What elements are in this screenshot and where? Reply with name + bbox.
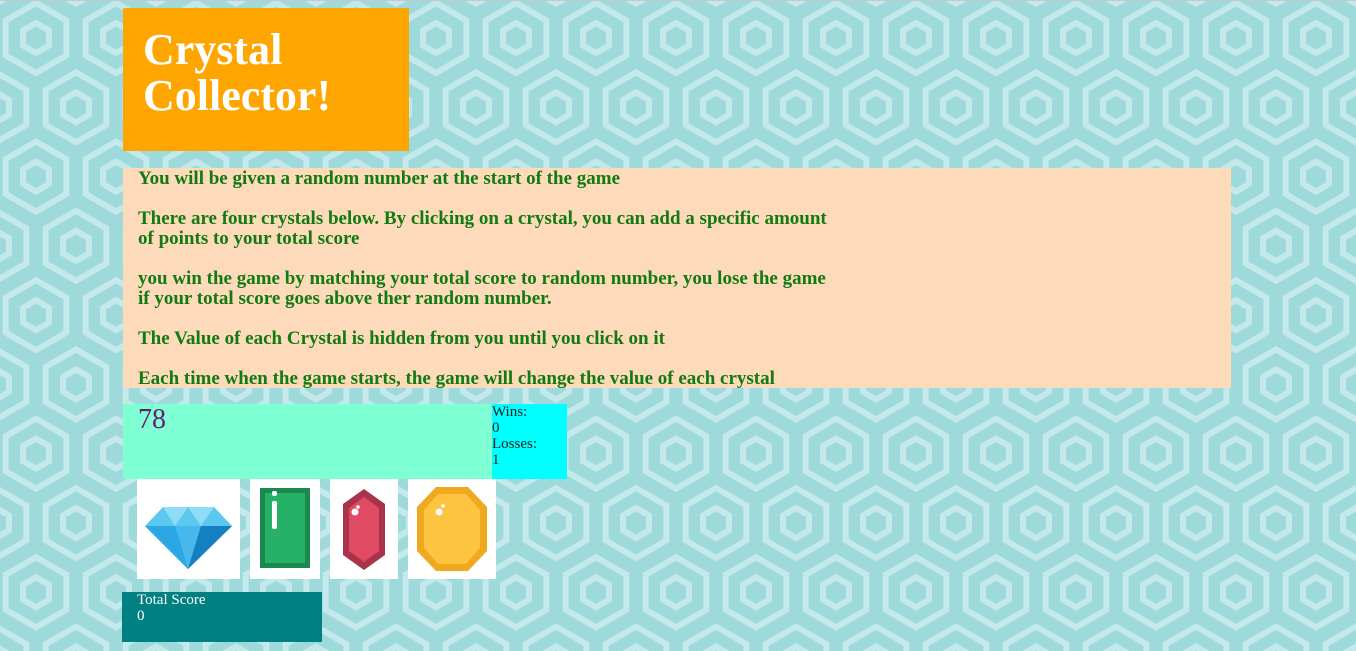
- crystal-button-diamond[interactable]: [137, 479, 240, 579]
- instruction-line: The Value of each Crystal is hidden from…: [138, 328, 665, 349]
- crystal-button-ruby[interactable]: [330, 479, 398, 579]
- losses-value: 1: [492, 452, 500, 468]
- instruction-line: There are four crystals below. By clicki…: [138, 208, 827, 249]
- crystal-button-topaz[interactable]: [408, 479, 496, 579]
- instruction-line: Each time when the game starts, the game…: [138, 368, 775, 389]
- instruction-line: you win the game by matching your total …: [138, 268, 826, 309]
- total-score-panel: Total Score 0: [122, 592, 322, 642]
- blue-diamond-icon: [145, 507, 232, 569]
- stats-panel: Wins: 0 Losses: 1: [492, 404, 567, 479]
- random-number-panel: 78: [123, 404, 492, 479]
- yellow-topaz-icon: [417, 487, 487, 571]
- instructions-panel: You will be given a random number at the…: [123, 168, 1231, 389]
- crystal-button-emerald[interactable]: [250, 479, 320, 579]
- title-banner: Crystal Collector!: [123, 8, 409, 151]
- random-number: 78: [138, 404, 166, 435]
- total-score-label: Total Score: [137, 592, 206, 608]
- instruction-line: You will be given a random number at the…: [138, 168, 621, 189]
- red-ruby-icon: [343, 489, 385, 570]
- total-score-value: 0: [137, 608, 145, 624]
- wins-value: 0: [492, 420, 500, 436]
- page-title: Crystal Collector!: [143, 25, 332, 120]
- losses-label: Losses:: [492, 436, 537, 452]
- wins-label: Wins:: [492, 404, 528, 420]
- green-emerald-icon: [260, 488, 310, 568]
